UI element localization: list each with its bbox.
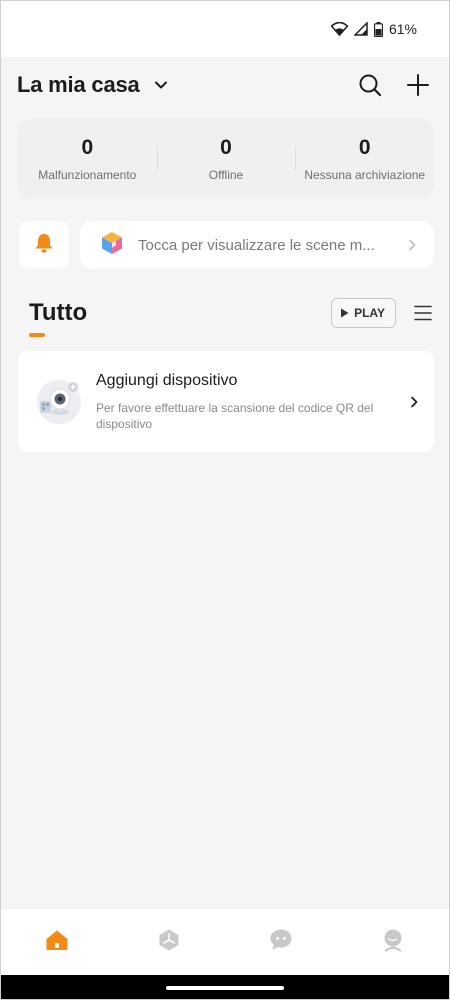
stat-value: 0	[81, 136, 94, 159]
tab-profile[interactable]	[337, 909, 449, 975]
signal-icon	[353, 22, 368, 36]
search-icon[interactable]	[357, 72, 383, 98]
header-actions	[357, 72, 431, 98]
play-icon	[341, 308, 349, 318]
home-name[interactable]: La mia casa	[17, 72, 140, 98]
scenes-icon	[157, 928, 181, 957]
chat-icon	[269, 928, 293, 956]
home-header: La mia casa	[1, 57, 449, 113]
wifi-icon	[330, 22, 348, 36]
scene-cube-icon	[100, 231, 124, 260]
section-title: Tutto	[29, 299, 88, 326]
chevron-right-icon	[408, 239, 416, 251]
menu-icon[interactable]	[414, 305, 432, 321]
system-navigation-bar	[1, 975, 449, 999]
stat-malfunction[interactable]: 0 Malfunzionamento	[18, 119, 157, 199]
tab-scenes[interactable]	[113, 909, 225, 975]
stat-label: Malfunzionamento	[38, 168, 137, 182]
stat-value: 0	[220, 136, 232, 159]
status-bar: 61%	[1, 1, 449, 57]
stat-offline[interactable]: 0 Offline	[156, 119, 296, 199]
app-screen: 61% La mia casa 0 Malfunzionamento 0 Off…	[0, 0, 450, 1000]
tab-all[interactable]: Tutto	[29, 299, 88, 337]
add-device-title: Aggiungi dispositivo	[96, 371, 238, 389]
battery-icon	[373, 21, 383, 37]
add-device-subtitle: Per favore effettuare la scansione del c…	[96, 400, 374, 431]
camera-device-icon	[34, 377, 84, 427]
battery-percent: 61%	[388, 21, 417, 37]
add-device-card[interactable]: Aggiungi dispositivo Per favore effettua…	[18, 351, 434, 452]
home-icon	[45, 929, 69, 956]
stat-value: 0	[358, 136, 371, 159]
bell-icon	[32, 232, 56, 259]
room-filter-row: Tutto PLAY	[1, 291, 449, 337]
stat-label: Nessuna archiviazione	[304, 168, 426, 182]
notification-button[interactable]	[19, 221, 69, 269]
chevron-down-icon[interactable]	[154, 80, 168, 90]
scenes-banner[interactable]: Tocca per visualizzare le scene m...	[80, 221, 434, 269]
scenes-text: Tocca per visualizzare le scene m...	[138, 236, 375, 254]
add-icon[interactable]	[405, 72, 431, 98]
stat-no-storage[interactable]: 0 Nessuna archiviazione	[295, 119, 434, 199]
play-button[interactable]: PLAY	[331, 298, 396, 328]
device-status-summary: 0 Malfunzionamento 0 Offline 0 Nessuna a…	[18, 119, 434, 199]
profile-icon	[381, 928, 405, 957]
tab-home[interactable]	[1, 909, 113, 975]
active-tab-indicator	[29, 333, 45, 337]
chevron-right-icon	[410, 396, 418, 408]
home-gesture-handle[interactable]	[166, 986, 284, 990]
tab-messages[interactable]	[225, 909, 337, 975]
play-label: PLAY	[354, 306, 385, 320]
bottom-tab-bar	[1, 909, 449, 975]
add-device-text: Aggiungi dispositivo Per favore effettua…	[96, 372, 404, 432]
stat-label: Offline	[208, 168, 244, 182]
